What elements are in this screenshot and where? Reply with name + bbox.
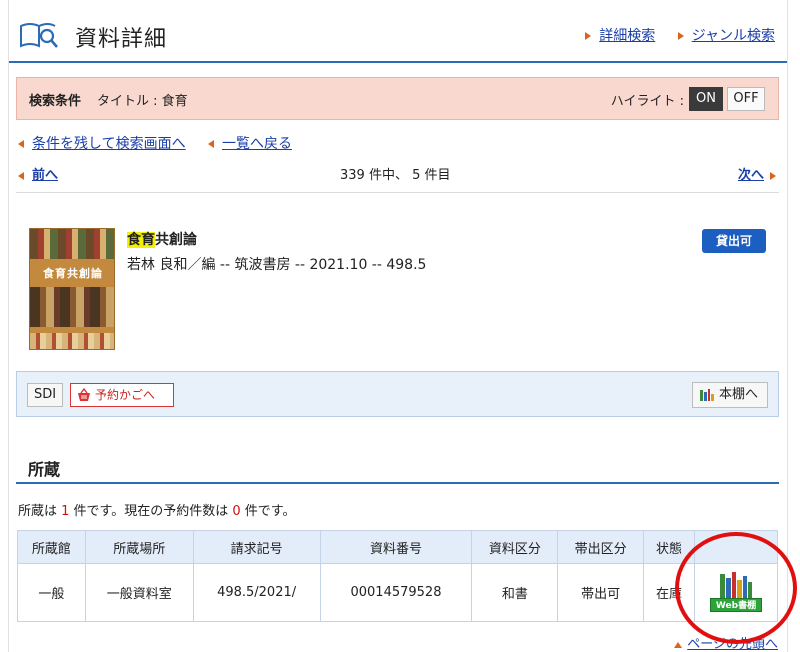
arrow-left-icon xyxy=(208,140,215,148)
cover-photo-collage xyxy=(30,287,114,327)
back-to-list-item: 一覧へ戻る xyxy=(208,136,292,152)
material-type-cell: 和書 xyxy=(471,563,559,622)
library-cell: 一般 xyxy=(17,563,86,622)
advanced-search-link[interactable]: 詳細検索 xyxy=(599,28,655,44)
note-prefix: 所蔵は xyxy=(18,504,62,519)
result-pager: 前へ 339 件中、 5 件目 次へ xyxy=(18,162,778,186)
add-to-cart-label: 予約かごへ xyxy=(95,388,156,402)
sdi-button[interactable]: SDI xyxy=(27,383,63,407)
arrow-up-icon xyxy=(674,641,683,648)
note-suffix: 件です。 xyxy=(240,504,296,519)
reservations-count: 0 xyxy=(232,504,241,519)
table-row: 一般 一般資料室 498.5/2021/ 00014579528 和書 帯出可 … xyxy=(17,563,778,622)
header-nav: 詳細検索 ジャンル検索 xyxy=(567,25,775,45)
basket-icon xyxy=(78,388,90,401)
table-header-row: 所蔵館 所蔵場所 請求記号 資料番号 資料区分 帯出区分 状態 xyxy=(17,530,778,564)
header-divider xyxy=(9,61,787,63)
add-to-bookshelf-button[interactable]: 本棚へ xyxy=(692,382,768,408)
holdings-summary: 所蔵は 1 件です。現在の予約件数は 0 件です。 xyxy=(18,500,296,519)
search-conditions-label: 検索条件 xyxy=(29,94,82,109)
column-header: 所蔵館 xyxy=(17,530,86,564)
bookshelf-icon xyxy=(700,389,714,401)
arrow-right-icon xyxy=(677,32,684,40)
back-to-list-link[interactable]: 一覧へ戻る xyxy=(222,136,292,152)
next-link[interactable]: 次へ xyxy=(738,168,764,183)
cover-pattern xyxy=(30,333,114,349)
title-rest: 共創論 xyxy=(155,232,197,248)
action-bar: SDI 予約かごへ 本棚へ xyxy=(16,371,779,417)
back-to-search-link[interactable]: 条件を残して検索画面へ xyxy=(32,136,186,152)
title-highlight: 食育 xyxy=(127,232,155,248)
search-conditions-value: タイトル : 食育 xyxy=(97,94,188,109)
genre-search-link[interactable]: ジャンル検索 xyxy=(692,28,775,44)
holdings-heading: 所蔵 xyxy=(28,460,61,479)
note-mid: 件です。現在の予約件数は xyxy=(69,504,233,519)
book-metadata: 若林 良和／編 -- 筑波書房 -- 2021.10 -- 498.5 xyxy=(127,257,427,273)
column-header: 帯出区分 xyxy=(557,530,645,564)
column-header: 請求記号 xyxy=(192,530,321,564)
next-item: 次へ xyxy=(738,164,776,183)
highlight-on-button[interactable]: ON xyxy=(689,87,723,111)
arrow-left-icon xyxy=(18,171,24,180)
highlight-off-button[interactable]: OFF xyxy=(727,87,765,111)
item-number-cell: 00014579528 xyxy=(319,563,473,622)
highlight-label: ハイライト : xyxy=(610,94,684,109)
annotation-circle xyxy=(675,532,797,644)
cover-title: 食育共創論 xyxy=(43,267,103,280)
add-to-bookshelf-label: 本棚へ xyxy=(719,387,759,402)
add-to-cart-button[interactable]: 予約かごへ xyxy=(70,383,174,407)
page-header: 資料詳細 詳細検索 ジャンル検索 xyxy=(9,6,787,60)
location-cell: 一般資料室 xyxy=(84,563,194,622)
result-position: 339 件中、 5 件目 xyxy=(340,168,451,183)
page-title: 資料詳細 xyxy=(75,27,168,52)
column-header: 資料区分 xyxy=(471,530,559,564)
column-header: 所蔵場所 xyxy=(84,530,194,564)
search-conditions-bar: 検索条件 タイトル : 食育 ハイライト : ON OFF xyxy=(16,77,779,120)
loan-type-cell: 帯出可 xyxy=(557,563,645,622)
arrow-right-icon xyxy=(585,32,592,40)
holdings-divider xyxy=(16,482,779,484)
book-search-icon xyxy=(20,23,58,48)
back-links: 条件を残して検索画面へ 一覧へ戻る xyxy=(18,133,310,153)
status-badge: 貸出可 xyxy=(702,229,766,253)
book-title[interactable]: 食育共創論 xyxy=(127,229,197,249)
holdings-table: 所蔵館 所蔵場所 請求記号 資料番号 資料区分 帯出区分 状態 一般 一般資料室… xyxy=(17,530,778,622)
pager-divider xyxy=(16,192,779,193)
prev-link[interactable]: 前へ xyxy=(32,168,58,183)
call-number-cell: 498.5/2021/ xyxy=(192,563,321,622)
back-to-search-item: 条件を残して検索画面へ xyxy=(18,136,186,152)
advanced-search-link-item: 詳細検索 xyxy=(585,28,655,44)
genre-search-link-item: ジャンル検索 xyxy=(677,28,775,44)
arrow-left-icon xyxy=(18,140,24,148)
arrow-right-icon xyxy=(770,171,776,180)
prev-item: 前へ xyxy=(18,164,58,183)
book-cover-image[interactable]: 食育共創論 xyxy=(29,228,115,350)
column-header: 資料番号 xyxy=(319,530,473,564)
cover-photo-strip xyxy=(30,229,114,259)
